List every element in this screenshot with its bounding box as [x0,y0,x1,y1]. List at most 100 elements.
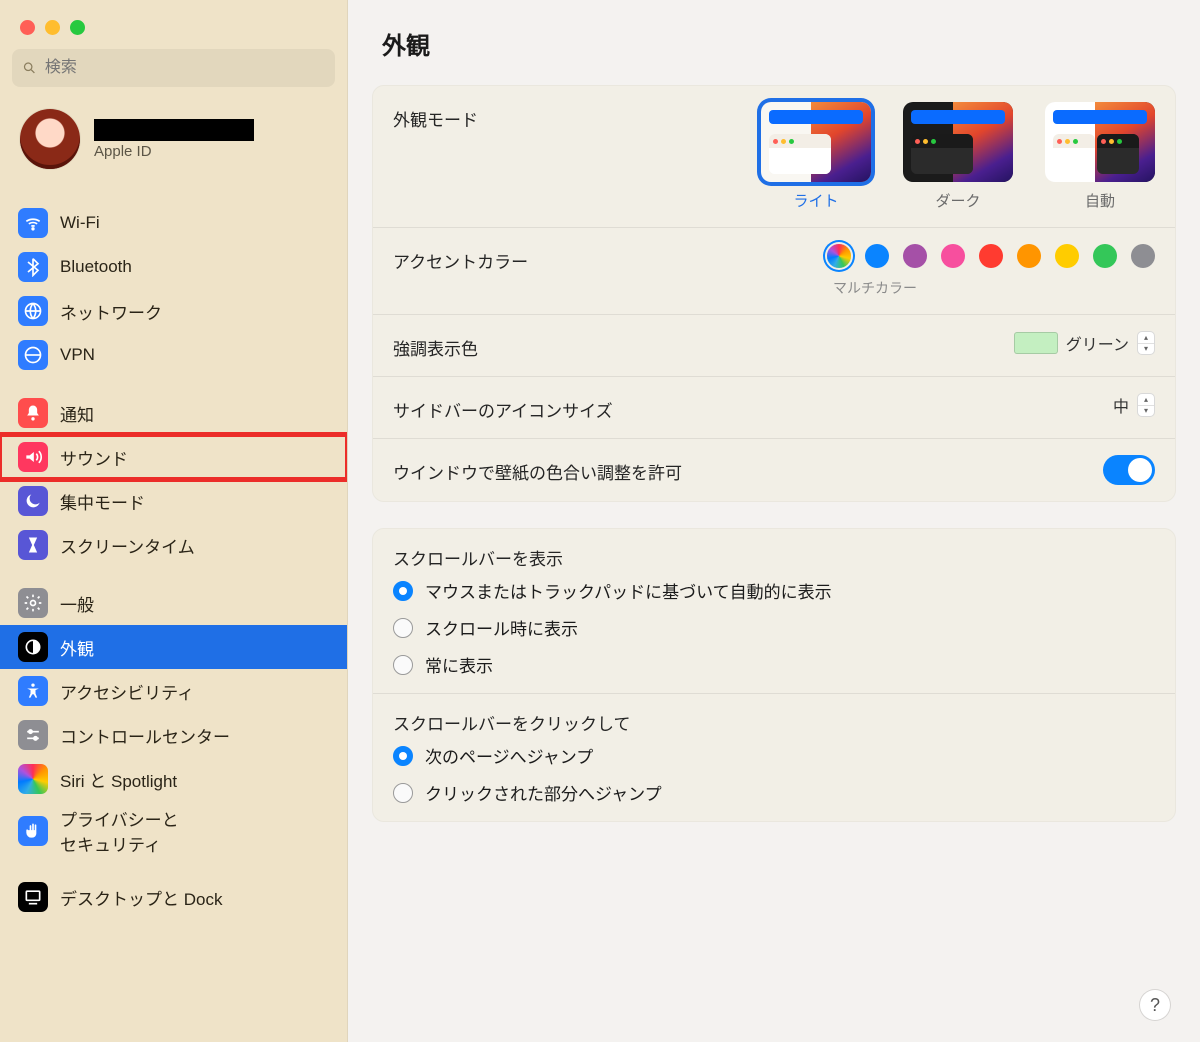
sidebar-item-notifications[interactable]: 通知 [0,391,347,435]
sidebar-item-bluetooth[interactable]: Bluetooth [0,245,347,289]
desktop-icon [18,882,48,912]
option-label: 自動 [1085,190,1115,211]
sidebar-item-label: コントロールセンター [60,723,230,748]
row-label: アクセントカラー [393,244,528,273]
accent-green[interactable] [1093,244,1117,268]
radio-label: クリックされた部分へジャンプ [425,780,662,805]
appearance-mode-row: 外観モード ライト [373,86,1175,228]
radio-icon [393,783,413,803]
radio-option[interactable]: 次のページへジャンプ [393,743,1155,768]
sidebar-item-label: Siri と Spotlight [60,767,177,792]
zoom-icon[interactable] [70,20,85,35]
sidebar-item-focus[interactable]: 集中モード [0,479,347,523]
accent-yellow[interactable] [1055,244,1079,268]
appearance-panel: 外観モード ライト [372,85,1176,502]
apple-id-row[interactable]: Apple ID [0,101,347,187]
row-label: 強調表示色 [393,331,478,360]
avatar [20,109,80,169]
chevron-updown-icon: ▴▾ [1137,393,1155,417]
select-value: 中 [1113,393,1129,417]
accent-orange[interactable] [1017,244,1041,268]
sidebar-group: デスクトップと Dock [0,861,347,919]
search-input[interactable] [43,58,325,78]
siri-icon [18,764,48,794]
hourglass-icon [18,530,48,560]
sidebar-item-label: アクセシビリティ [60,679,194,704]
radio-option[interactable]: マウスまたはトラックパッドに基づいて自動的に表示 [393,578,1155,603]
radio-icon [393,655,413,675]
scroll-panel: スクロールバーを表示 マウスまたはトラックパッドに基づいて自動的に表示 スクロー… [372,528,1176,822]
sidebar-item-accessibility[interactable]: アクセシビリティ [0,669,347,713]
sidebar-item-label: サウンド [60,445,128,470]
vpn-icon [18,340,48,370]
auto-thumb-icon [1045,102,1155,182]
sidebar-item-general[interactable]: 一般 [0,581,347,625]
sidebar-item-sound[interactable]: サウンド [0,435,347,479]
radio-option[interactable]: 常に表示 [393,652,1155,677]
sidebar-item-label: デスクトップと Dock [60,885,222,910]
sidebar-item-privacy[interactable]: プライバシーと セキュリティ [0,801,347,861]
sidebar-item-appearance[interactable]: 外観 [0,625,347,669]
minimize-icon[interactable] [45,20,60,35]
sidebar-item-label: スクリーンタイム [60,533,195,558]
tint-toggle[interactable] [1103,455,1155,485]
color-swatch-icon [1014,332,1058,354]
sidebar-item-label: プライバシーと セキュリティ [60,806,179,856]
sidebar-item-controlcenter[interactable]: コントロールセンター [0,713,347,757]
sidebar-item-vpn[interactable]: VPN [0,333,347,377]
radio-label: 次のページへジャンプ [425,743,593,768]
network-icon [18,296,48,326]
appearance-option-light[interactable]: ライト [761,102,871,211]
search-icon [22,60,37,76]
accent-multicolor-icon[interactable] [827,244,851,268]
dark-thumb-icon [903,102,1013,182]
sidebar-item-label: 通知 [60,401,94,426]
accent-color-row: アクセントカラー マルチカラー [373,228,1175,315]
close-icon[interactable] [20,20,35,35]
highlight-color-select[interactable]: グリーン ▴▾ [1014,331,1155,355]
main-header: 外観 [348,0,1200,77]
sidebar-icon-size-select[interactable]: 中 ▴▾ [1113,393,1155,417]
page-title: 外観 [382,26,1166,61]
sidebar-item-desktop[interactable]: デスクトップと Dock [0,875,347,919]
option-label: ライト [793,190,838,211]
search-field[interactable] [12,49,335,87]
moon-icon [18,486,48,516]
row-label: サイドバーのアイコンサイズ [393,393,613,422]
tint-row: ウインドウで壁紙の色合い調整を許可 [373,439,1175,501]
appearance-option-dark[interactable]: ダーク [903,102,1013,211]
accent-sub-label: マルチカラー [833,278,917,298]
radio-option[interactable]: スクロール時に表示 [393,615,1155,640]
sidebar-item-wifi[interactable]: Wi-Fi [0,201,347,245]
appearance-option-auto[interactable]: 自動 [1045,102,1155,211]
account-name-redacted [94,119,254,141]
sidebar-item-label: Wi-Fi [60,213,100,233]
accent-graphite[interactable] [1131,244,1155,268]
sidebar-group: 一般 外観 アクセシビリティ コントロールセンター Siri と Spotlig… [0,567,347,861]
sidebar-item-spotlight[interactable]: Siri と Spotlight [0,757,347,801]
accent-purple[interactable] [903,244,927,268]
row-label: 外観モード [393,102,478,131]
sidebar-item-network[interactable]: ネットワーク [0,289,347,333]
help-button[interactable]: ? [1140,990,1170,1020]
sidebar-item-label: 集中モード [60,489,145,514]
main-pane: 外観 外観モード ライト [348,0,1200,1042]
sidebar-item-label: 一般 [60,591,94,616]
accent-pink[interactable] [941,244,965,268]
bell-icon [18,398,48,428]
radio-icon [393,581,413,601]
accent-red[interactable] [979,244,1003,268]
sidebar-item-screentime[interactable]: スクリーンタイム [0,523,347,567]
radio-label: 常に表示 [425,652,493,677]
radio-label: マウスまたはトラックパッドに基づいて自動的に表示 [425,578,832,603]
row-label: スクロールバーをクリックして [393,710,1155,735]
scrollbar-show-row: スクロールバーを表示 マウスまたはトラックパッドに基づいて自動的に表示 スクロー… [373,529,1175,694]
hand-icon [18,816,48,846]
sidebar-nav: Wi-Fi Bluetooth ネットワーク VPN [0,187,347,1042]
radio-option[interactable]: クリックされた部分へジャンプ [393,780,1155,805]
accent-blue[interactable] [865,244,889,268]
select-value: グリーン [1066,331,1129,355]
system-settings-window: Apple ID Wi-Fi Bluetooth ネットワーク [0,0,1200,1042]
sidebar-item-label: 外観 [60,635,94,660]
radio-icon [393,746,413,766]
